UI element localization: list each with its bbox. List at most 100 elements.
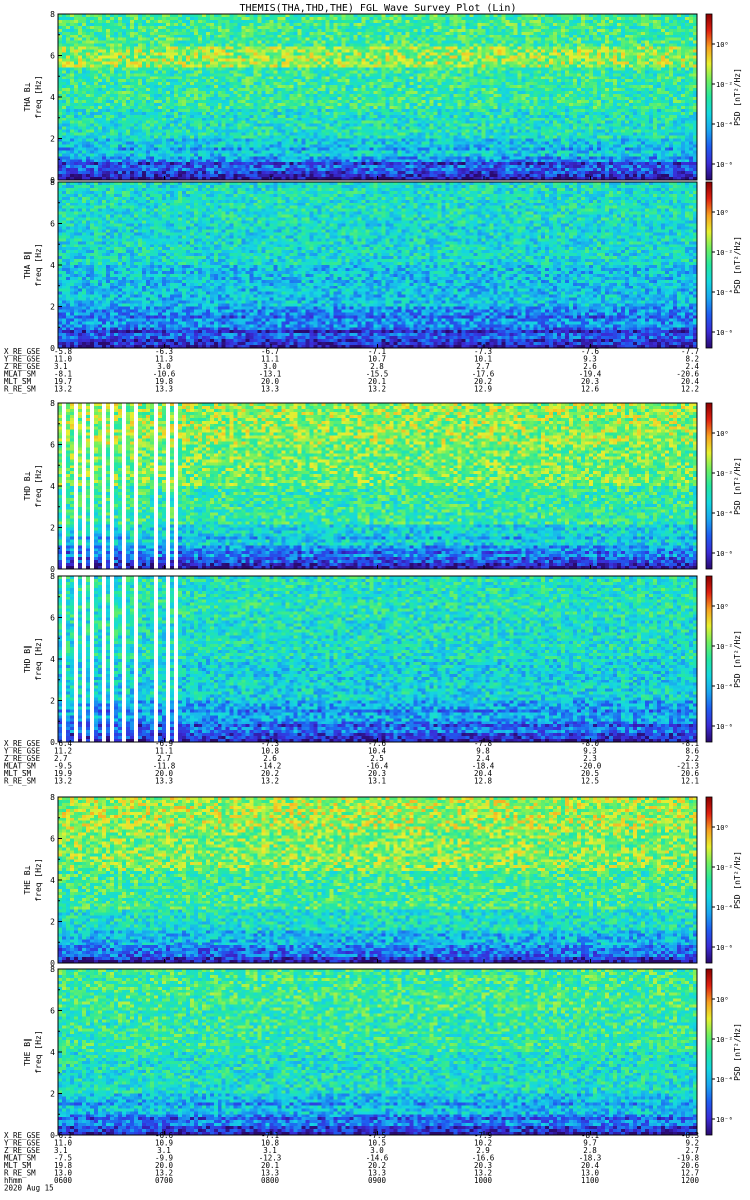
ephemeris-value: 12.2 xyxy=(681,385,699,394)
colorbar-tick-label: 10⁻⁴ xyxy=(716,289,733,297)
spectrogram-panel-tha-perp: 02468THA B⊥ freq [Hz]10⁰10⁻²10⁻⁴10⁻⁶PSD [… xyxy=(23,10,742,185)
y-tick-label: 8 xyxy=(50,965,55,974)
spectrogram-panel-tha-par: 02468THA B∥ freq [Hz]10⁰10⁻²10⁻⁴10⁻⁶PSD [… xyxy=(23,178,742,353)
y-tick-label: 2 xyxy=(50,1090,55,1099)
y-tick-label: 6 xyxy=(50,614,55,623)
y-axis-label: THD B∥ xyxy=(23,645,32,673)
ephemeris-value: 1200 xyxy=(681,1176,700,1185)
colorbar-label: PSD [nT²/Hz] xyxy=(733,1023,742,1081)
colorbar-tick-label: 10⁰ xyxy=(716,603,729,611)
ephemeris-value: 13.3 xyxy=(155,385,173,394)
y-tick-label: 4 xyxy=(50,1048,55,1057)
ephemeris-value: 0600 xyxy=(54,1176,73,1185)
colorbar-tick-label: 10⁻² xyxy=(716,470,733,478)
spectrogram-image xyxy=(58,576,697,742)
colorbar-tick-label: 10⁻⁴ xyxy=(716,121,733,129)
y-tick-label: 6 xyxy=(50,220,55,229)
ephemeris-row-label: R_RE_SM xyxy=(4,777,36,786)
ephemeris-block: X_RE_GSE -6.1 -6.6 -7.1 -7.5 -7.9 -8.1 -8.3Y_RE… xyxy=(4,1131,699,1193)
y-axis-label: THA B∥ xyxy=(23,251,32,279)
ephemeris-value: 13.2 xyxy=(54,385,72,394)
y-axis-label: freq [Hz] xyxy=(34,75,43,118)
wave-survey-figure: THEMIS(THA,THD,THE) FGL Wave Survey Plot… xyxy=(4,3,742,1193)
colorbar xyxy=(705,181,713,349)
y-tick-label: 2 xyxy=(50,918,55,927)
ephemeris-value: 0900 xyxy=(368,1176,387,1185)
y-tick-label: 4 xyxy=(50,655,55,664)
colorbar-tick-label: 10⁰ xyxy=(716,824,729,832)
colorbar-tick-label: 10⁻² xyxy=(716,643,733,651)
ephemeris-row-label: R_RE_SM xyxy=(4,385,36,394)
y-tick-label: 2 xyxy=(50,303,55,312)
y-tick-label: 8 xyxy=(50,572,55,581)
colorbar-tick-label: 10⁻² xyxy=(716,864,733,872)
ephemeris-value: 13.2 xyxy=(54,777,72,786)
colorbar-tick-label: 10⁰ xyxy=(716,209,729,217)
ephemeris-value: 13.3 xyxy=(261,385,279,394)
ephemeris-value: 0700 xyxy=(155,1176,174,1185)
colorbar xyxy=(705,13,713,181)
colorbar xyxy=(705,968,713,1136)
ephemeris-value: 13.2 xyxy=(368,385,386,394)
y-axis-label: freq [Hz] xyxy=(34,1030,43,1073)
colorbar-tick-label: 10⁰ xyxy=(716,996,729,1004)
y-axis-label: freq [Hz] xyxy=(34,243,43,286)
y-tick-label: 6 xyxy=(50,835,55,844)
y-tick-label: 8 xyxy=(50,178,55,187)
y-axis-label: THE B∥ xyxy=(23,1038,32,1066)
colorbar-tick-label: 10⁻⁴ xyxy=(716,683,733,691)
spectrogram-image xyxy=(58,182,697,348)
colorbar-tick-label: 10⁻⁶ xyxy=(716,550,733,558)
y-tick-label: 8 xyxy=(50,793,55,802)
colorbar-tick-label: 10⁻⁴ xyxy=(716,510,733,518)
ephemeris-block: X_RE_GSE -6.4 -6.9 -7.3 -7.6 -7.8 -8.0 -8.1Y_RE… xyxy=(4,739,699,786)
y-tick-label: 2 xyxy=(50,697,55,706)
colorbar-tick-label: 10⁻⁶ xyxy=(716,161,733,169)
y-tick-label: 4 xyxy=(50,261,55,270)
colorbar-tick-label: 10⁻⁶ xyxy=(716,944,733,952)
ephemeris-value: 12.8 xyxy=(474,777,493,786)
panels-layer: 02468THA B⊥ freq [Hz]10⁰10⁻²10⁻⁴10⁻⁶PSD [… xyxy=(23,10,742,1140)
ephemeris-value: 12.5 xyxy=(581,777,599,786)
ephemeris-value: 1100 xyxy=(581,1176,600,1185)
ephemeris-value: 13.1 xyxy=(368,777,386,786)
ephemeris-value: 12.6 xyxy=(581,385,600,394)
spectrogram-panel-the-par: 02468THE B∥ freq [Hz]10⁰10⁻²10⁻⁴10⁻⁶PSD [… xyxy=(23,965,742,1140)
colorbar xyxy=(705,796,713,964)
y-tick-label: 6 xyxy=(50,1007,55,1016)
y-tick-label: 4 xyxy=(50,876,55,885)
y-axis-label: freq [Hz] xyxy=(34,464,43,507)
y-tick-label: 2 xyxy=(50,524,55,533)
ephemeris-value: 1000 xyxy=(474,1176,493,1185)
y-axis-label: THD B⊥ xyxy=(23,471,32,500)
y-tick-label: 6 xyxy=(50,441,55,450)
ephemeris-value: 12.1 xyxy=(681,777,699,786)
spectrogram-panel-thd-perp: 02468THD B⊥ freq [Hz]10⁰10⁻²10⁻⁴10⁻⁶PSD [… xyxy=(23,399,742,574)
y-axis-label: freq [Hz] xyxy=(34,637,43,680)
colorbar-label: PSD [nT²/Hz] xyxy=(733,457,742,515)
date-label: 2020 Aug 15 xyxy=(4,1184,54,1193)
ephemeris-value: 13.2 xyxy=(261,777,279,786)
colorbar-tick-label: 10⁻⁶ xyxy=(716,723,733,731)
colorbar-label: PSD [nT²/Hz] xyxy=(733,630,742,688)
colorbar-tick-label: 10⁻⁴ xyxy=(716,1076,733,1084)
y-axis-label: THA B⊥ xyxy=(23,82,32,111)
spectrogram-panel-the-perp: 02468THE B⊥ freq [Hz]10⁰10⁻²10⁻⁴10⁻⁶PSD [… xyxy=(23,793,742,968)
y-axis-label: THE B⊥ xyxy=(23,865,32,894)
colorbar-tick-label: 10⁰ xyxy=(716,41,729,49)
colorbar-tick-label: 10⁻² xyxy=(716,81,733,89)
colorbar-tick-label: 10⁻² xyxy=(716,249,733,257)
colorbar-tick-label: 10⁰ xyxy=(716,430,729,438)
ephemeris-value: 13.3 xyxy=(155,777,173,786)
spectrogram-panel-thd-par: 02468THD B∥ freq [Hz]10⁰10⁻²10⁻⁴10⁻⁶PSD [… xyxy=(23,572,742,747)
colorbar-tick-label: 10⁻⁴ xyxy=(716,904,733,912)
colorbar xyxy=(705,575,713,743)
y-tick-label: 4 xyxy=(50,93,55,102)
colorbar-label: PSD [nT²/Hz] xyxy=(733,68,742,126)
y-tick-label: 8 xyxy=(50,399,55,408)
colorbar-tick-label: 10⁻² xyxy=(716,1036,733,1044)
y-axis-label: freq [Hz] xyxy=(34,858,43,901)
y-tick-label: 8 xyxy=(50,10,55,19)
ephemeris-block: X_RE_GSE -5.8 -6.3 -6.7 -7.1 -7.3 -7.6 -7.7Y_RE… xyxy=(4,347,699,394)
ephemeris-value: 12.9 xyxy=(474,385,492,394)
